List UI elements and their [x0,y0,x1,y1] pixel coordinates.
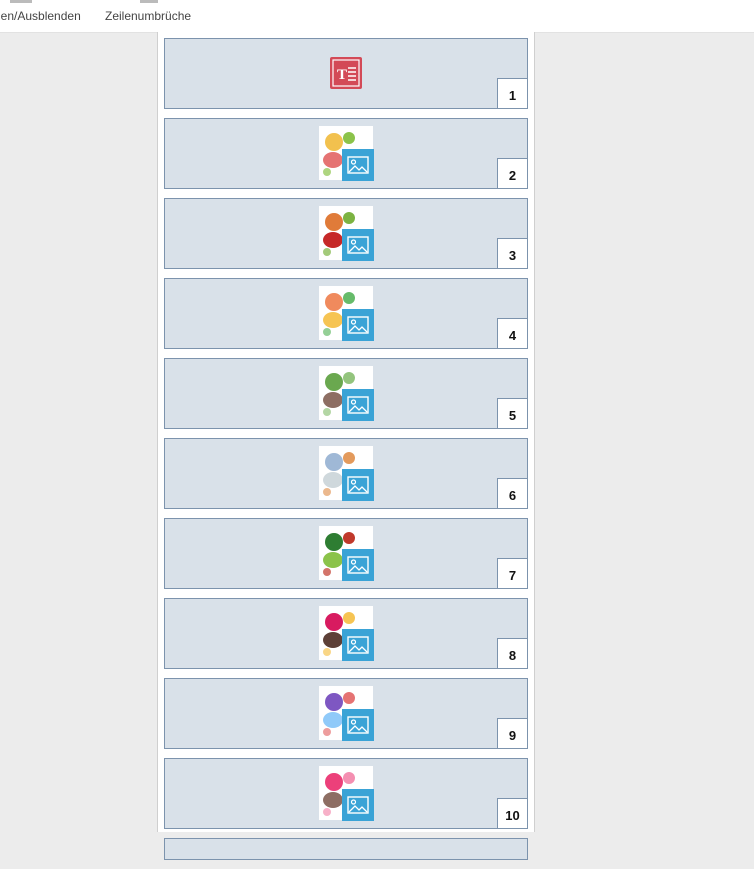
slide-list: T 1 2 3 4 5 6 7 8 9 10 [164,38,528,869]
slide-thumbnail [319,606,374,661]
image-icon [342,549,374,581]
slide-number: 1 [497,78,528,109]
slide-number: 10 [497,798,528,829]
show-hide-icon [10,0,32,3]
slide-number: 4 [497,318,528,349]
slide-item[interactable]: 5 [164,358,528,429]
slide-thumbnail [319,766,374,821]
slide-item[interactable]: T1 [164,38,528,109]
slide-item[interactable]: 6 [164,438,528,509]
image-icon [342,789,374,821]
slide-thumbnail [319,686,374,741]
text-block-icon: T [330,57,362,89]
slide-number: 2 [497,158,528,189]
slide-number: 8 [497,638,528,669]
slide-number: 3 [497,238,528,269]
show-hide-button[interactable]: den/Ausblenden [0,9,81,23]
line-breaks-icon [140,0,158,3]
ribbon-toolbar: den/Ausblenden Zeilenumbrüche [0,0,754,33]
slide-item[interactable]: 4 [164,278,528,349]
slide-thumbnail [319,286,374,341]
slide-thumbnail [319,206,374,261]
image-icon [342,709,374,741]
image-icon [342,469,374,501]
slide-thumbnail [319,366,374,421]
slide-thumbnail [319,446,374,501]
image-icon [342,229,374,261]
slide-item[interactable]: 7 [164,518,528,589]
slide-item[interactable]: 2 [164,118,528,189]
slide-thumbnail [319,126,374,181]
svg-text:T: T [337,67,347,83]
slide-item[interactable]: 8 [164,598,528,669]
slide-item[interactable]: 9 [164,678,528,749]
image-icon [342,389,374,421]
slide-number: 7 [497,558,528,589]
slide-number: 9 [497,718,528,749]
slide-item-partial[interactable] [164,838,528,860]
slide-outline-panel: T 1 2 3 4 5 6 7 8 9 10 [157,32,535,860]
line-breaks-button[interactable]: Zeilenumbrüche [105,9,191,23]
image-icon [342,629,374,661]
slide-item[interactable]: 3 [164,198,528,269]
slide-number: 6 [497,478,528,509]
image-icon [342,149,374,181]
slide-number: 5 [497,398,528,429]
image-icon [342,309,374,341]
slide-item[interactable]: 10 [164,758,528,829]
slide-thumbnail [319,526,374,581]
